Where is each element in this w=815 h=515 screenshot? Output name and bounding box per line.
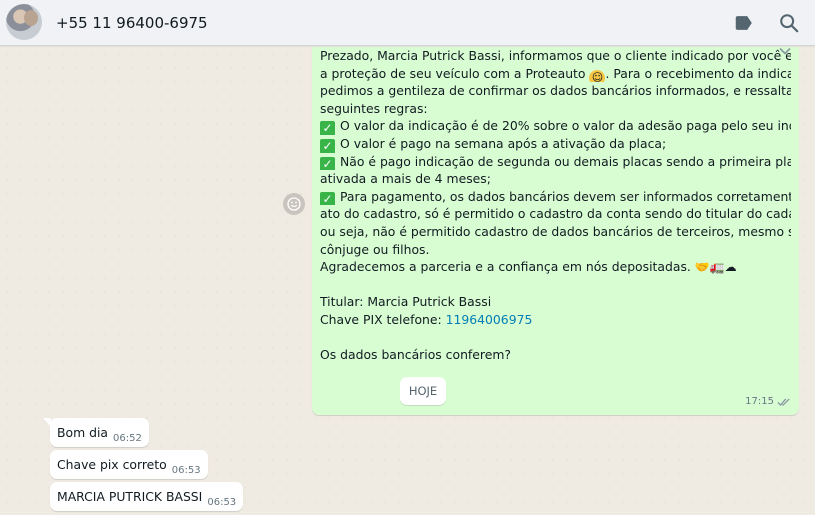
rule-text: cônjuge ou filhos. [320, 241, 430, 257]
check-mark-icon: ✓ [320, 121, 335, 135]
thanks-text: Agradecemos a parceria e a confiança em … [320, 259, 691, 275]
incoming-message[interactable]: Bom dia 06:52 [43, 418, 149, 447]
message-time: 06:52 [113, 433, 142, 444]
message-time: 06:53 [207, 497, 237, 508]
incoming-message[interactable]: Chave pix correto 06:53 [50, 450, 208, 479]
message-text: seguintes regras: [320, 100, 428, 116]
chat-area: Prezado, Marcia Putrick Bassi, informamo… [0, 47, 815, 515]
chevron-down-icon[interactable] [777, 47, 793, 59]
reaction-button[interactable] [283, 193, 305, 215]
rule-line: ✓ Não é pago indicação de segunda ou dema… [320, 153, 791, 171]
check-mark-icon: ✓ [320, 191, 335, 206]
check-mark-icon: ✓ [320, 138, 335, 153]
rule-line: ✓ O valor da indicação é de 20% sobre o v… [320, 117, 791, 135]
message-line: Os dados bancários conferem? [320, 346, 791, 364]
message-line: seguintes regras: [320, 100, 791, 118]
message-text: . Para o recebimento da indicação, [605, 65, 791, 81]
rule-line: ✓ O valor é pago na semana após a ativaçã… [320, 135, 791, 153]
label-icon[interactable] [733, 12, 755, 34]
handshake-truck-emoji-icon: 🤝🚛☁ [694, 260, 737, 275]
rule-text: O valor é pago na semana após a ativação… [340, 135, 667, 151]
rule-text: ativada a mais de 4 meses; [320, 171, 491, 187]
message-text: Chave pix correto [57, 457, 167, 472]
rule-line: ato do cadastro, só é permitido o cadast… [320, 205, 791, 223]
day-separator: HOJE [400, 377, 446, 405]
message-text: Prezado, Marcia Putrick Bassi, informamo… [320, 48, 791, 63]
holder-text: Titular: Marcia Putrick Bassi [320, 294, 492, 310]
smiley-icon [287, 197, 301, 211]
outgoing-message[interactable]: Prezado, Marcia Putrick Bassi, informamo… [312, 47, 799, 415]
grin-emoji-icon: ☺ [589, 69, 606, 83]
message-time: 17:15 [745, 396, 774, 408]
bubble-tail [43, 418, 51, 427]
search-icon[interactable] [778, 12, 800, 34]
message-text: MARCIA PUTRICK BASSI [57, 489, 203, 504]
pix-label: Chave PIX telefone: [320, 311, 446, 327]
rule-line: cônjuge ou filhos. [320, 241, 791, 259]
double-check-icon [777, 398, 790, 407]
incoming-message[interactable]: MARCIA PUTRICK BASSI 06:53 [50, 482, 244, 511]
rule-text: ou seja, não é permitido cadastro de dad… [320, 223, 791, 239]
question-text: Os dados bancários conferem? [320, 347, 511, 363]
rule-text: ato do cadastro, só é permitido o cadast… [320, 206, 791, 222]
rule-text: O valor da indicação é de 20% sobre o va… [340, 118, 791, 134]
message-text: Bom dia [57, 425, 108, 440]
rule-line: ou seja, não é permitido cadastro de dad… [320, 223, 791, 241]
chat-header: +55 11 96400-6975 [0, 0, 815, 46]
rule-line: ✓ Para pagamento, os dados bancários deve… [320, 188, 791, 206]
rule-line: ativada a mais de 4 meses; [320, 170, 791, 188]
pix-phone-link[interactable]: 11964006975 [446, 312, 533, 327]
rule-text: Não é pago indicação de segunda ou demai… [340, 153, 791, 169]
check-mark-icon: ✓ [320, 156, 335, 171]
contact-name[interactable]: +55 11 96400-6975 [56, 14, 208, 32]
message-line: Chave PIX telefone: 11964006975 [320, 311, 791, 329]
avatar[interactable] [6, 4, 42, 40]
rule-text: Para pagamento, os dados bancários devem… [340, 188, 791, 204]
message-time: 06:53 [171, 465, 201, 476]
message-line: pedimos a gentileza de confirmar os dado… [320, 82, 791, 100]
message-line: Titular: Marcia Putrick Bassi [320, 293, 791, 311]
message-line: Prezado, Marcia Putrick Bassi, informamo… [320, 47, 791, 65]
message-line: Agradecemos a parceria e a confiança em … [320, 258, 791, 276]
message-text: a proteção de seu veículo com a Proteaut… [320, 65, 586, 81]
message-text: pedimos a gentileza de confirmar os dado… [320, 83, 791, 99]
message-line: a proteção de seu veículo com a Proteaut… [320, 65, 791, 83]
message-meta: 17:15 [745, 393, 791, 411]
